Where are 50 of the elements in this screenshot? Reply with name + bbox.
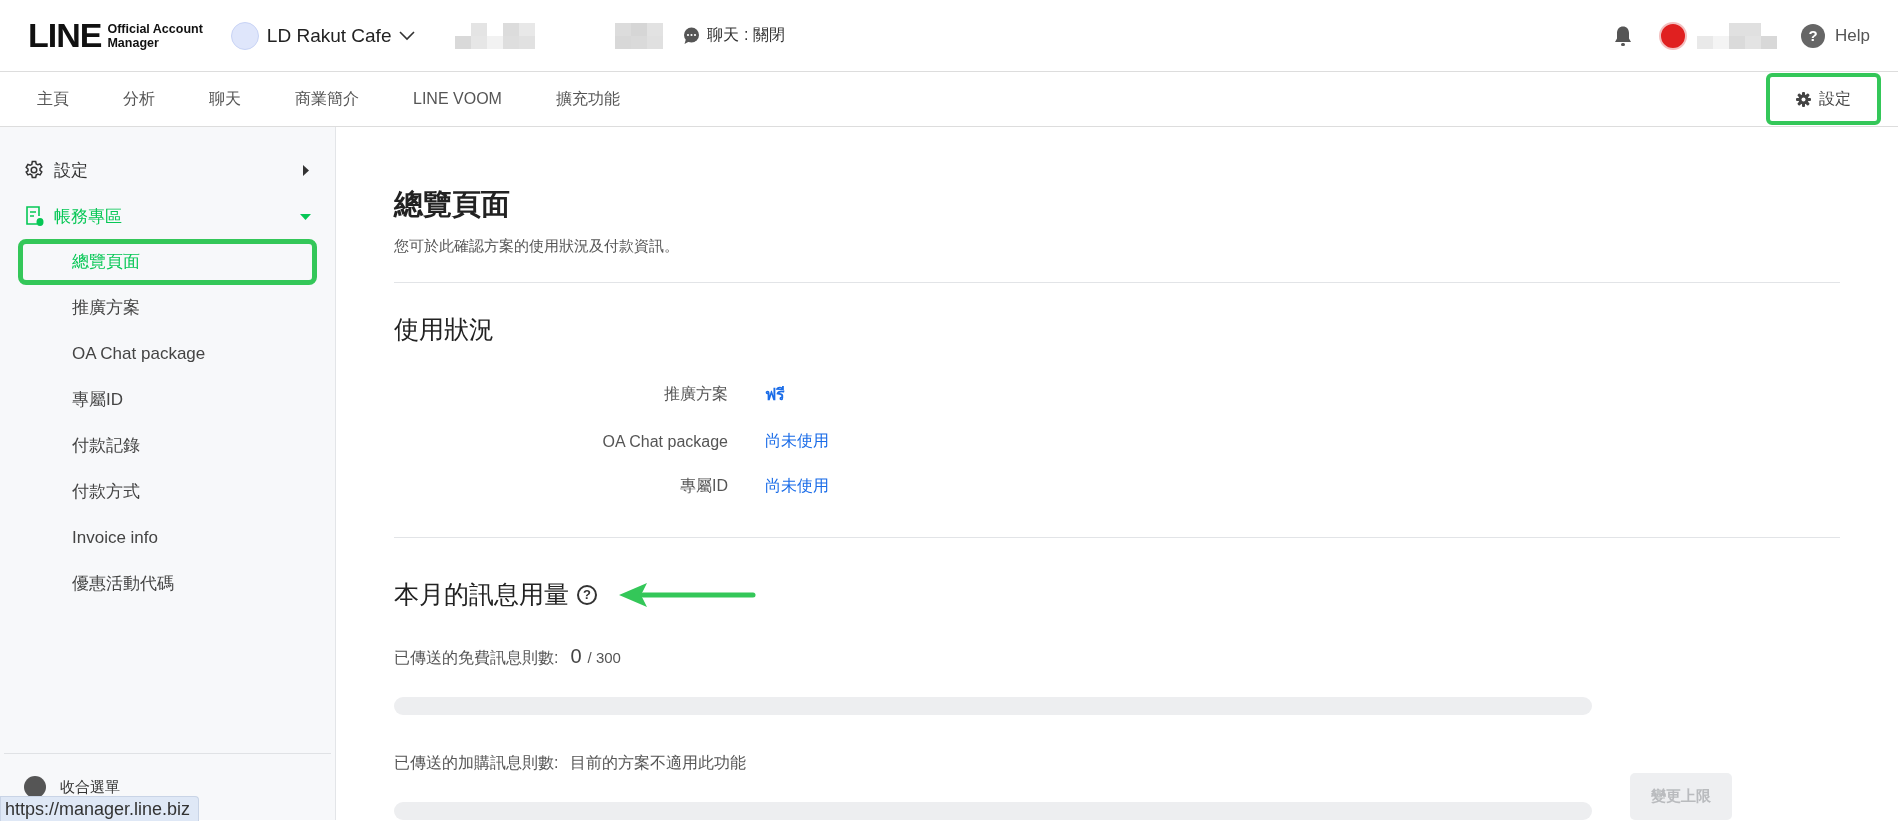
page-subtitle: 您可於此確認方案的使用狀況及付款資訊。 — [394, 237, 680, 256]
chevron-down-icon — [399, 30, 416, 41]
bell-icon — [1613, 24, 1634, 47]
sidebar-item[interactable]: Invoice info — [18, 515, 317, 561]
caret-right-icon — [300, 164, 311, 176]
nav-tab[interactable]: 聊天 — [192, 72, 258, 126]
section-heading: 使用狀況 — [394, 314, 495, 345]
redaction-mosaic — [615, 22, 664, 49]
sidebar-item[interactable]: 優惠活動代碼 — [18, 561, 317, 607]
logo-text: Official Account — [107, 21, 203, 36]
meter-note: 目前的方案不適用此功能 — [570, 753, 747, 773]
field-label: 推廣方案 — [663, 384, 728, 404]
section-heading: 本月的訊息用量 — [394, 579, 569, 610]
field-value-link[interactable]: ฟรี — [765, 382, 1840, 407]
nav-tab[interactable]: 主頁 — [20, 72, 86, 126]
nav-tab[interactable]: 商業簡介 — [278, 72, 376, 126]
meter-label: 已傳送的免費訊息則數: — [394, 648, 559, 668]
settings-button[interactable]: 設定 — [1766, 73, 1881, 125]
field-label: 專屬ID — [679, 476, 728, 496]
gear-icon — [24, 160, 44, 180]
logo-text: Manager — [107, 35, 160, 50]
field-value-link[interactable]: 尚未使用 — [765, 431, 1840, 452]
help-link[interactable]: Help — [1835, 25, 1870, 46]
help-icon[interactable]: ? — [577, 584, 597, 605]
account-name[interactable]: LD Rakut Cafe — [266, 24, 392, 47]
field-value-link[interactable]: 尚未使用 — [765, 476, 1840, 497]
chat-bubble-icon — [683, 27, 701, 44]
sidebar-item[interactable]: OA Chat package — [18, 331, 317, 377]
nav-tab[interactable]: 擴充功能 — [538, 72, 637, 126]
sidebar-item[interactable]: 推廣方案 — [18, 285, 317, 331]
logo-wordmark: LINE — [28, 16, 102, 55]
sidebar-group[interactable]: 設定 — [0, 147, 335, 193]
collapse-menu-link[interactable]: 收合選單 — [60, 777, 120, 797]
meter-label: 已傳送的加購訊息則數: — [394, 753, 559, 773]
page-title: 總覽頁面 — [394, 187, 511, 222]
message-limit: / 300 — [587, 649, 621, 666]
sidebar-item[interactable]: 付款方式 — [18, 469, 317, 515]
document-icon — [24, 205, 44, 227]
message-count: 0 — [570, 645, 582, 668]
chat-status: 聊天 : 關閉 — [707, 25, 785, 45]
sidebar-item[interactable]: 付款記錄 — [18, 423, 317, 469]
link-url-tooltip: https://manager.line.biz — [0, 796, 200, 821]
help-icon[interactable]: ? — [1801, 23, 1826, 48]
sidebar-item[interactable]: 專屬ID — [18, 377, 317, 423]
nav-tab[interactable]: 分析 — [106, 72, 172, 126]
nav-tab[interactable]: LINE VOOM — [396, 72, 519, 126]
gear-icon — [1796, 91, 1811, 107]
collapse-icon[interactable] — [24, 776, 46, 798]
user-avatar[interactable] — [1659, 21, 1688, 50]
field-label: OA Chat package — [601, 432, 728, 451]
